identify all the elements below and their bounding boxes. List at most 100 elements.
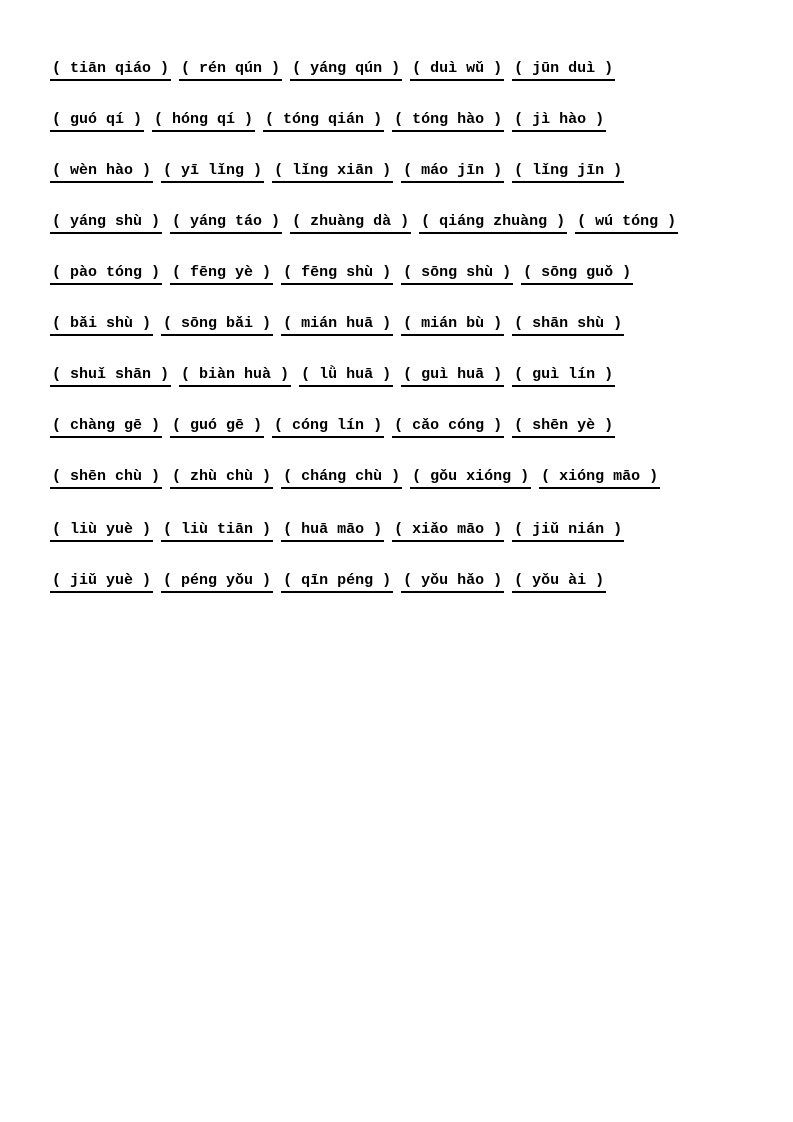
row-row5: ( pào tóng ) ( fēng yè ) ( fēng shù ) ( sōn… [50, 264, 743, 287]
pinyin-text: ( fēng shù ) [281, 264, 393, 285]
list-item: ( shēn chù ) [50, 468, 162, 491]
pinyin-text: ( tiān qiáo ) [50, 60, 171, 81]
list-item: ( cǎo cóng ) [392, 417, 504, 440]
pinyin-text: ( sōng guǒ ) [521, 264, 633, 285]
list-item: ( tóng hào ) [392, 111, 504, 134]
list-item: ( duì wǔ ) [410, 60, 504, 83]
pinyin-text: ( gǒu xióng ) [410, 468, 531, 489]
pinyin-text: ( mián bù ) [401, 315, 504, 336]
pinyin-text: ( zhù chù ) [170, 468, 273, 489]
pinyin-text: ( bǎi shù ) [50, 315, 153, 336]
pinyin-text: ( wú tóng ) [575, 213, 678, 234]
pinyin-text: ( tóng hào ) [392, 111, 504, 132]
list-item: ( máo jīn ) [401, 162, 504, 185]
pinyin-text: ( jūn duì ) [512, 60, 615, 81]
pinyin-text: ( guì huā ) [401, 366, 504, 387]
pinyin-text: ( mián huā ) [281, 315, 393, 336]
pinyin-text: ( lǜ huā ) [299, 366, 393, 387]
list-item: ( mián bù ) [401, 315, 504, 338]
list-item: ( péng yǒu ) [161, 572, 273, 595]
row-row4: ( yáng shù ) ( yáng táo ) ( zhuàng dà ) ( q… [50, 213, 743, 236]
list-item: ( sōng guǒ ) [521, 264, 633, 287]
list-item: ( jì hào ) [512, 111, 606, 134]
row-row10: ( liù yuè ) ( liù tiān ) ( huā māo ) ( xiǎo… [50, 521, 743, 544]
pinyin-text: ( duì wǔ ) [410, 60, 504, 81]
list-item: ( guó qí ) [50, 111, 144, 134]
list-item: ( jiǔ yuè ) [50, 572, 153, 595]
pinyin-text: ( liù tiān ) [161, 521, 273, 542]
pinyin-text: ( cháng chù ) [281, 468, 402, 489]
pinyin-text: ( sōng shù ) [401, 264, 513, 285]
list-item: ( xióng māo ) [539, 468, 660, 491]
pinyin-text: ( pào tóng ) [50, 264, 162, 285]
row-row11: ( jiǔ yuè ) ( péng yǒu ) ( qīn péng ) ( yǒu… [50, 572, 743, 595]
list-item: ( yáng táo ) [170, 213, 282, 236]
pinyin-text: ( rén qún ) [179, 60, 282, 81]
pinyin-text: ( sōng bǎi ) [161, 315, 273, 336]
list-item: ( shuǐ shān ) [50, 366, 171, 389]
list-item: ( sōng bǎi ) [161, 315, 273, 338]
list-item: ( liù yuè ) [50, 521, 153, 544]
pinyin-text: ( guì lín ) [512, 366, 615, 387]
list-item: ( bǎi shù ) [50, 315, 153, 338]
list-item: ( guì lín ) [512, 366, 615, 389]
list-item: ( qīn péng ) [281, 572, 393, 595]
list-item: ( qiáng zhuàng ) [419, 213, 567, 236]
list-item: ( lǐng xiān ) [272, 162, 393, 185]
row-row2: ( guó qí ) ( hóng qí ) ( tóng qián ) ( tóng… [50, 111, 743, 134]
list-item: ( yī lǐng ) [161, 162, 264, 185]
list-item: ( zhù chù ) [170, 468, 273, 491]
row-row9: ( shēn chù ) ( zhù chù ) ( cháng chù ) ( gǒ… [50, 468, 743, 491]
pinyin-text: ( cóng lín ) [272, 417, 384, 438]
list-item: ( zhuàng dà ) [290, 213, 411, 236]
list-item: ( chàng gē ) [50, 417, 162, 440]
list-item: ( mián huā ) [281, 315, 393, 338]
row-row8: ( chàng gē ) ( guó gē ) ( cóng lín ) ( cǎo … [50, 417, 743, 440]
pinyin-text: ( qiáng zhuàng ) [419, 213, 567, 234]
row-row3: ( wèn hào ) ( yī lǐng ) ( lǐng xiān ) ( máo… [50, 162, 743, 185]
page: ( tiān qiáo ) ( rén qún ) ( yáng qún ) ( du… [0, 0, 793, 1122]
list-item: ( yáng shù ) [50, 213, 162, 236]
list-item: ( tiān qiáo ) [50, 60, 171, 83]
list-item: ( shān shù ) [512, 315, 624, 338]
pinyin-text: ( shēn yè ) [512, 417, 615, 438]
pinyin-text: ( yáng táo ) [170, 213, 282, 234]
list-item: ( shēn yè ) [512, 417, 615, 440]
list-item: ( biàn huà ) [179, 366, 291, 389]
pinyin-text: ( jiǔ yuè ) [50, 572, 153, 593]
list-item: ( xiǎo māo ) [392, 521, 504, 544]
list-item: ( hóng qí ) [152, 111, 255, 134]
pinyin-text: ( lǐng jīn ) [512, 162, 624, 183]
list-item: ( jiǔ nián ) [512, 521, 624, 544]
pinyin-text: ( shuǐ shān ) [50, 366, 171, 387]
pinyin-text: ( hóng qí ) [152, 111, 255, 132]
list-item: ( rén qún ) [179, 60, 282, 83]
list-item: ( cháng chù ) [281, 468, 402, 491]
list-item: ( yǒu hǎo ) [401, 572, 504, 595]
pinyin-text: ( jì hào ) [512, 111, 606, 132]
list-item: ( sōng shù ) [401, 264, 513, 287]
row-row7: ( shuǐ shān ) ( biàn huà ) ( lǜ huā ) ( guì… [50, 366, 743, 389]
pinyin-text: ( lǐng xiān ) [272, 162, 393, 183]
list-item: ( jūn duì ) [512, 60, 615, 83]
pinyin-text: ( yáng qún ) [290, 60, 402, 81]
list-item: ( fēng yè ) [170, 264, 273, 287]
pinyin-text: ( guó gē ) [170, 417, 264, 438]
pinyin-text: ( yǒu hǎo ) [401, 572, 504, 593]
list-item: ( fēng shù ) [281, 264, 393, 287]
list-item: ( lǜ huā ) [299, 366, 393, 389]
pinyin-text: ( yáng shù ) [50, 213, 162, 234]
pinyin-text: ( zhuàng dà ) [290, 213, 411, 234]
list-item: ( wèn hào ) [50, 162, 153, 185]
list-item: ( gǒu xióng ) [410, 468, 531, 491]
pinyin-text: ( cǎo cóng ) [392, 417, 504, 438]
list-item: ( tóng qián ) [263, 111, 384, 134]
list-item: ( yǒu ài ) [512, 572, 606, 595]
pinyin-text: ( shān shù ) [512, 315, 624, 336]
pinyin-text: ( tóng qián ) [263, 111, 384, 132]
pinyin-text: ( huā māo ) [281, 521, 384, 542]
pinyin-text: ( chàng gē ) [50, 417, 162, 438]
list-item: ( wú tóng ) [575, 213, 678, 236]
list-item: ( huā māo ) [281, 521, 384, 544]
list-item: ( pào tóng ) [50, 264, 162, 287]
